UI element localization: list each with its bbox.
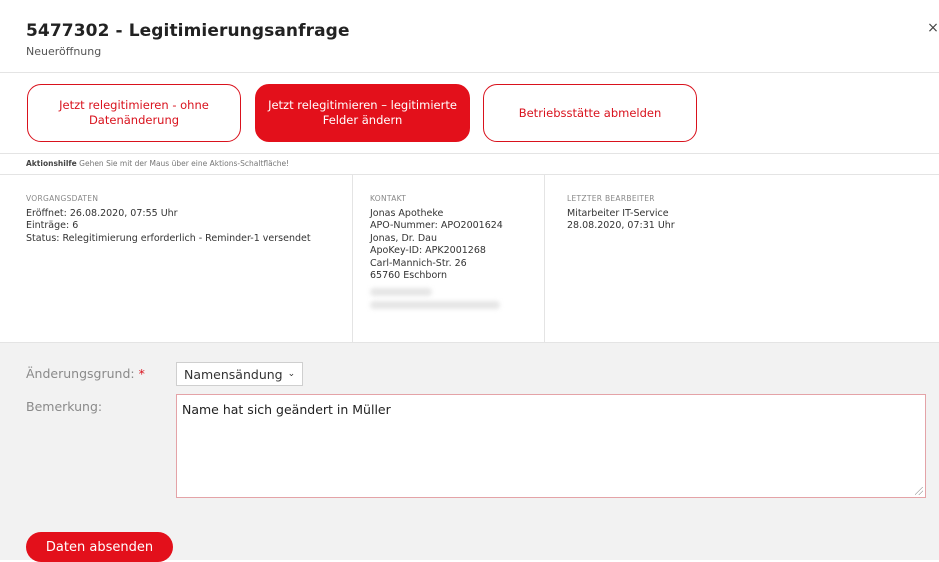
contact-pharmacy-name: Jonas Apotheke [370,207,444,219]
process-data-column: VORGANGSDATEN Eröffnet: 26.08.2020, 07:5… [26,175,352,343]
reason-select[interactable]: Namensändung ⌄ [176,362,304,386]
relegitimize-change-fields-button[interactable]: Jetzt relegitimieren – legitimierte Feld… [255,84,470,142]
relegitimize-without-change-button[interactable]: Jetzt relegitimieren - ohne Datenänderun… [27,84,241,142]
contact-heading: KONTAKT [370,194,407,203]
remark-label: Bemerkung: [26,399,103,414]
contact-apo-number: APO-Nummer: APO2001624 [370,220,503,231]
close-icon[interactable]: × [927,20,939,36]
last-editor-heading: LETZTER BEARBEITER [567,194,655,203]
remark-textarea[interactable]: Name hat sich geändert in Müller [176,394,926,498]
last-editor-column: LETZTER BEARBEITER Mitarbeiter IT-Servic… [546,175,939,343]
deregister-site-button[interactable]: Betriebsstätte abmelden [483,84,697,142]
action-hint: Aktionshilfe Gehen Sie mit der Maus über… [26,159,289,168]
contact-apokey-id: ApoKey-ID: APK2001268 [370,245,486,256]
contact-street: Carl-Mannich-Str. 26 [370,257,467,269]
entries-count: Einträge: 6 [26,220,79,231]
reason-select-value: Namensändung [184,366,283,382]
change-form: Änderungsgrund: * Namensändung ⌄ Bemerku… [0,342,939,562]
remark-textarea-value: Name hat sich geändert in Müller [182,402,391,417]
process-status: Status: Relegitimierung erforderlich - R… [26,232,311,244]
contact-column: KONTAKT Jonas Apotheke APO-Nummer: APO20… [352,175,545,343]
reason-label: Änderungsgrund: * [26,366,145,381]
submit-button[interactable]: Daten absenden [26,532,173,562]
contact-city: 65760 Eschborn [370,270,448,281]
opened-date: Eröffnet: 26.08.2020, 07:55 Uhr [26,207,178,219]
redacted-email [370,300,500,309]
page-subtitle: Neueröffnung [26,45,102,58]
contact-person: Jonas, Dr. Dau [370,232,437,244]
reason-label-text: Änderungsgrund: [26,366,135,381]
redacted-phone [370,287,432,296]
last-editor-date: 28.08.2020, 07:31 Uhr [567,220,675,231]
action-button-row: Jetzt relegitimieren - ohne Datenänderun… [0,73,939,154]
action-hint-text: Gehen Sie mit der Maus über eine Aktions… [79,159,290,168]
info-panel: VORGANGSDATEN Eröffnet: 26.08.2020, 07:5… [0,174,939,343]
last-editor-name: Mitarbeiter IT-Service [567,207,669,219]
resize-handle-icon[interactable] [915,487,923,495]
action-hint-label: Aktionshilfe [26,159,77,168]
required-marker: * [138,366,145,381]
page-title: 5477302 - Legitimierungsanfrage [26,21,350,41]
chevron-down-icon: ⌄ [287,369,296,379]
process-data-heading: VORGANGSDATEN [26,194,99,203]
dialog-header: 5477302 - Legitimierungsanfrage Neueröff… [0,0,939,73]
